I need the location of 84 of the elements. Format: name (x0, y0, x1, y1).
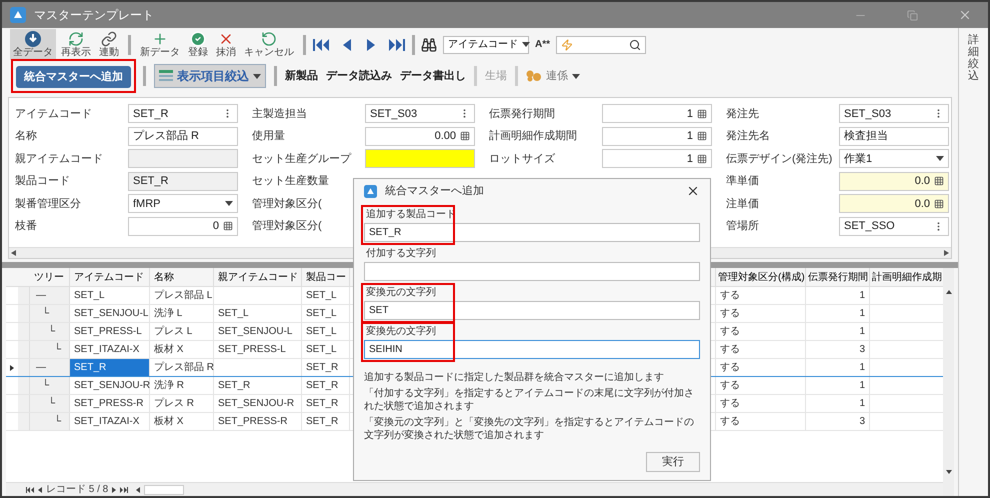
field-label: 管理対象区分( (252, 196, 323, 212)
table-cell: SET_R (302, 359, 350, 376)
table-cell: SET_R (302, 395, 350, 412)
table-cell: する (715, 359, 805, 376)
field-label: ロットサイズ (489, 152, 556, 166)
table-cell: SET_L (302, 287, 350, 304)
dialog-title: 統合マスターへ追加 (385, 184, 485, 199)
field-label: 変換元の文字列 (365, 286, 437, 300)
tree-cell: └ (30, 323, 70, 340)
table-cell: 板材 X (150, 413, 214, 430)
tree-cell: └ (30, 341, 70, 358)
field-label: 親アイテムコード (15, 152, 104, 166)
field-label: 名称 (15, 129, 38, 144)
table-cell: SET_SENJOU-L (214, 323, 302, 340)
table-cell: 1 (805, 305, 869, 322)
table-cell: SET_R (302, 413, 350, 430)
field-label: 計画明細作成期間 (489, 128, 578, 144)
table-cell: する (715, 413, 805, 430)
field-label: 主製造担当 (252, 106, 308, 122)
table-cell: 洗浄 L (150, 305, 214, 322)
table-cell: SET_L (302, 305, 350, 322)
field-label: 伝票デザイン(発注先) (726, 152, 834, 166)
table-cell: SET_PRESS-L (70, 323, 150, 340)
table-cell: 3 (805, 413, 869, 430)
table-cell: SET_PRESS-R (214, 413, 302, 430)
table-cell: SET_SENJOU-R (214, 395, 302, 412)
table-cell: SET_ITAZAI-X (70, 413, 150, 430)
description-text: 「変換元の文字列」と「変換先の文字列」を指定するとアイテムコードの文字列が変換された状態で追加されます (364, 416, 695, 442)
table-cell: 1 (805, 359, 869, 376)
window-title: マスターテンプレート (34, 7, 155, 24)
description-text: 「付加する文字列」を指定するとアイテムコードの末尾に文字列が付加された状態で追加されます (364, 387, 695, 413)
field-label: 付加する文字列 (365, 246, 437, 261)
table-cell: プレス部品 R (150, 359, 214, 376)
table-cell: SET_R (70, 359, 150, 376)
table-cell: プレス部品 L (150, 287, 214, 304)
table-cell: SET_L (302, 341, 350, 358)
table-cell: SET_SENJOU-R (70, 377, 150, 394)
field-label: 発注先 (726, 106, 760, 122)
table-cell: する (715, 287, 805, 304)
field-label: セット生産数量 (252, 174, 330, 189)
field-label: 製品コード (15, 174, 71, 189)
field-label: セット生産グループ (252, 152, 352, 166)
table-cell: する (715, 323, 805, 340)
description-text: 追加する製品コードに指定した製品群を統合マスターに追加します (364, 371, 665, 384)
table-cell: する (715, 305, 805, 322)
table-cell: 1 (805, 287, 869, 304)
table-cell: SET_R (302, 377, 350, 394)
field-label: 変換先の文字列 (365, 324, 437, 339)
table-cell: SET_SENJOU-L (70, 305, 150, 322)
table-cell: する (715, 395, 805, 412)
tree-cell: └ (30, 377, 70, 394)
table-cell: 1 (805, 323, 869, 340)
table-cell: 洗浄 R (150, 377, 214, 394)
tree-cell: └ (30, 305, 70, 322)
field-label: 管場所 (726, 219, 760, 234)
record-counter: レコード 5 / 8 (46, 483, 108, 497)
table-cell: SET_L (70, 287, 150, 304)
tree-cell: └ (30, 413, 70, 430)
table-cell: SET_L (214, 305, 302, 322)
table-cell: プレス L (150, 323, 214, 340)
table-cell: する (715, 341, 805, 358)
field-label: 発注先名 (726, 128, 771, 144)
field-label: 注単価 (726, 196, 760, 212)
table-cell: SET_PRESS-L (214, 341, 302, 358)
field-label: 製番管理区分 (15, 196, 82, 212)
tree-cell: └ (30, 395, 70, 412)
field-label: 準単価 (726, 174, 760, 189)
field-label: アイテムコード (15, 106, 93, 122)
tree-cell: — (30, 359, 70, 376)
field-label: 使用量 (252, 129, 286, 144)
table-cell: SET_R (214, 377, 302, 394)
field-label: 管理対象区分( (252, 218, 323, 234)
table-cell: 板材 X (150, 341, 214, 358)
table-cell: 1 (805, 377, 869, 394)
table-cell: 3 (805, 341, 869, 358)
table-cell: SET_ITAZAI-X (70, 341, 150, 358)
table-cell: する (715, 377, 805, 394)
field-label: 枝番 (15, 218, 38, 234)
table-cell: 1 (805, 395, 869, 412)
table-cell: SET_PRESS-R (70, 395, 150, 412)
tree-cell: — (30, 287, 70, 304)
field-label: 伝票発行期間 (489, 106, 556, 122)
table-cell: プレス R (150, 395, 214, 412)
table-cell: SET_L (302, 323, 350, 340)
